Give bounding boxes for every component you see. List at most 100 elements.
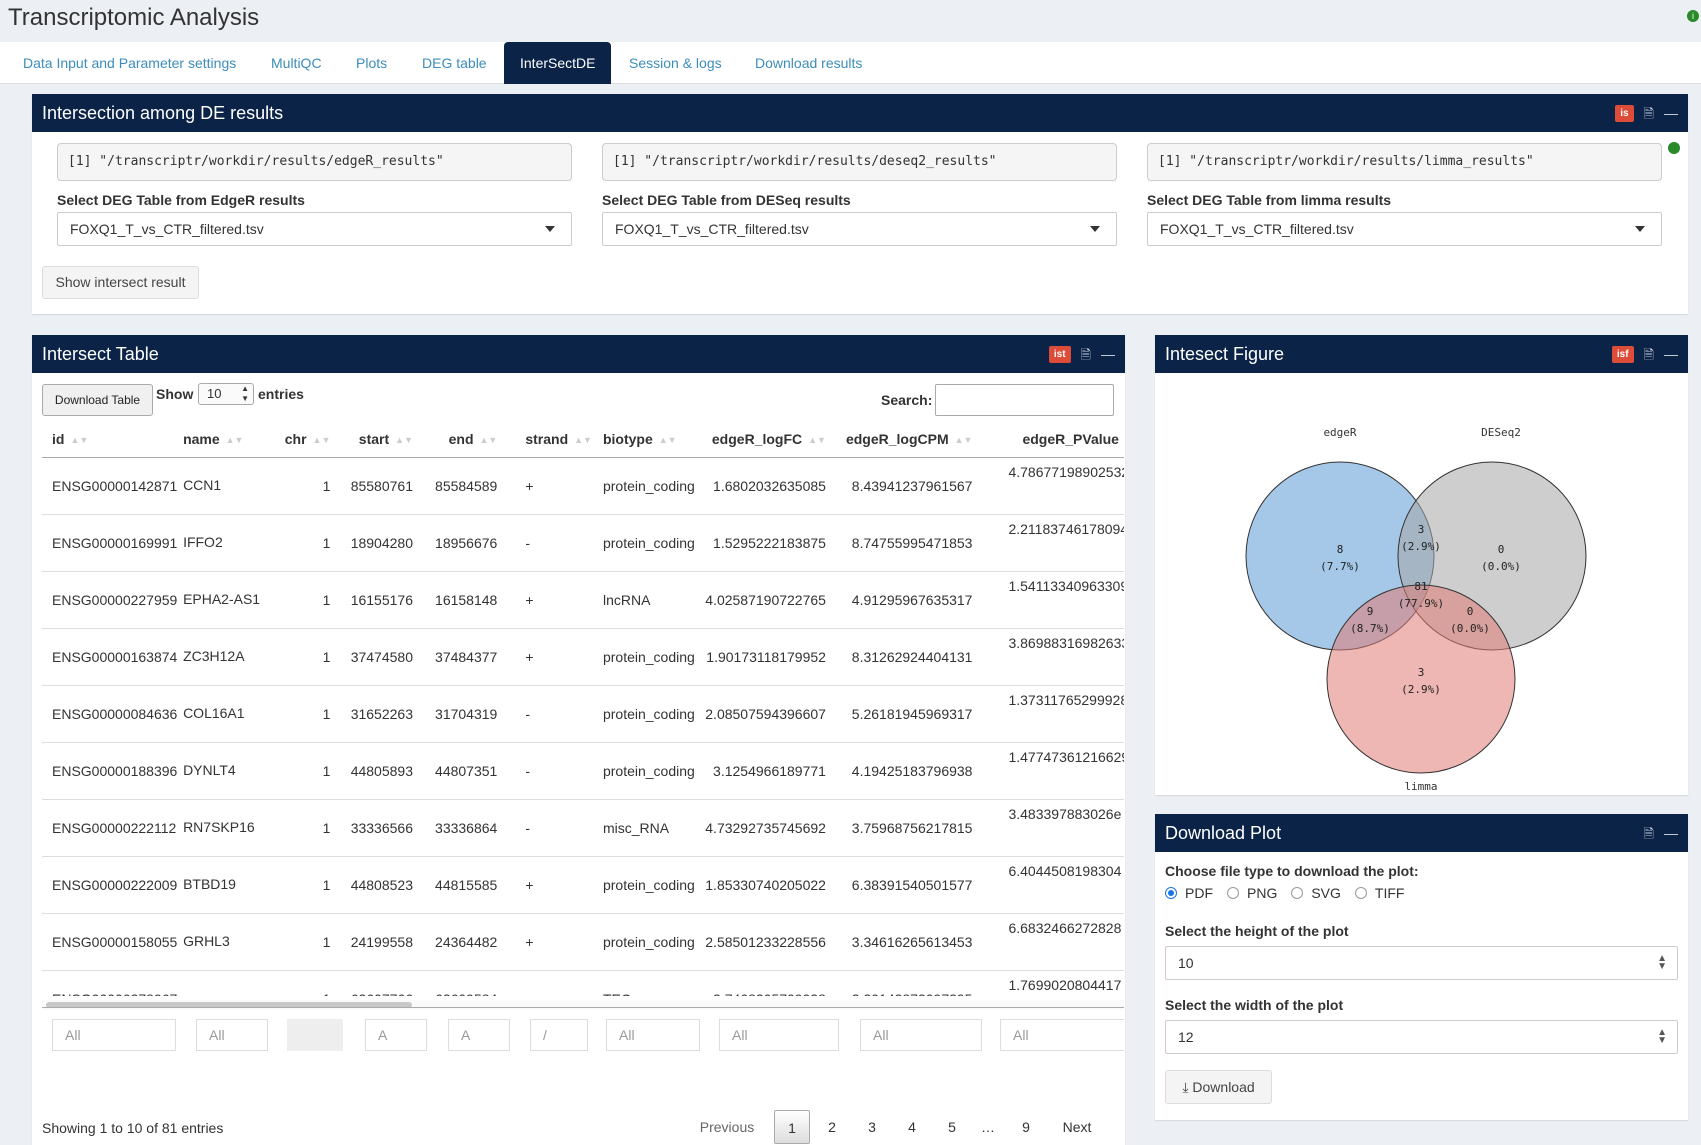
col-name[interactable]: name ▲▼ xyxy=(183,421,285,458)
sort-icon: ▲▼ xyxy=(395,435,413,446)
cell-name: CCN1 xyxy=(183,456,285,514)
tab-data-input[interactable]: Data Input and Parameter settings xyxy=(7,42,252,84)
col-strand[interactable]: strand ▲▼ xyxy=(515,421,592,458)
table-row[interactable]: ENSG00000158055 GRHL3 1 24199558 24364482 + pr… xyxy=(42,912,1124,970)
cell-id: ENSG00000158055 xyxy=(42,912,184,970)
cell-pvalue: 6.6832466272828 xyxy=(992,912,1124,970)
filter-pvalue[interactable]: All xyxy=(1000,1019,1124,1051)
table-row[interactable]: ENSG00000142871 CCN1 1 85580761 85584589 + pro… xyxy=(42,456,1124,514)
edger-select[interactable]: FOXQ1_T_vs_CTR_filtered.tsv xyxy=(57,212,572,246)
table-row[interactable]: ENSG00000188396 DYNLT4 1 44805893 44807351- p… xyxy=(42,741,1124,799)
pdf-icon[interactable]: 🗎 xyxy=(1644,827,1654,840)
cell-id: ENSG00000142871 xyxy=(42,456,184,514)
col-biotype[interactable]: biotype ▲▼ xyxy=(591,421,706,458)
filter-name[interactable]: All xyxy=(196,1019,268,1051)
cell-biotype: protein_coding xyxy=(591,513,706,571)
cell-id: ENSG00000163874 xyxy=(42,627,184,685)
collapse-icon[interactable]: — xyxy=(1664,826,1678,840)
badge-ist[interactable]: ist xyxy=(1048,345,1071,363)
chevron-down-icon xyxy=(1090,226,1100,232)
cell-logcpm: 8.43941237961567 xyxy=(845,456,993,514)
radio-png[interactable]: PNG xyxy=(1227,885,1277,901)
filter-biotype[interactable]: All xyxy=(606,1019,700,1051)
filter-id[interactable]: All xyxy=(52,1019,176,1051)
collapse-icon[interactable]: — xyxy=(1101,347,1115,361)
table-row[interactable]: ENSG00000227959 EPHA2-AS1 1 16155176 1615814… xyxy=(42,570,1124,628)
col-start[interactable]: start ▲▼ xyxy=(348,421,431,458)
table-row[interactable]: ENSG00000169991 IFFO2 1 18904280 18956676- pr… xyxy=(42,513,1124,571)
cell-end: 62609584 xyxy=(430,969,516,996)
filter-logcpm[interactable]: All xyxy=(860,1019,982,1051)
download-plot-box: Download Plot 🗎 — Choose file type to do… xyxy=(1155,814,1688,1120)
table-row[interactable]: ENSG00000278967 16260776662609584+TEC3.74… xyxy=(42,969,1124,996)
cell-chr: 1 xyxy=(284,627,349,685)
cell-pvalue: 3.86988316982633 xyxy=(992,627,1124,685)
deseq-select[interactable]: FOXQ1_T_vs_CTR_filtered.tsv xyxy=(602,212,1117,246)
radio-pdf[interactable]: PDF xyxy=(1165,885,1213,901)
tab-download-results[interactable]: Download results xyxy=(739,42,878,84)
col-chr[interactable]: chr ▲▼ xyxy=(284,421,349,458)
table-row[interactable]: ENSG00000222009 BTBD19 1 44808523 44815585 + p… xyxy=(42,855,1124,913)
table-row[interactable]: ENSG00000084636 COL16A1 1 31652263 31704319-… xyxy=(42,684,1124,742)
filter-strand[interactable]: / xyxy=(530,1019,588,1051)
pdf-icon[interactable]: 🗎 xyxy=(1081,348,1091,361)
tab-multiqc[interactable]: MultiQC xyxy=(255,42,338,84)
pager-page-4[interactable]: 4 xyxy=(894,1110,930,1144)
collapse-icon[interactable]: — xyxy=(1664,347,1678,361)
venn-region-count: 8 xyxy=(1337,543,1344,556)
col-end[interactable]: end ▲▼ xyxy=(430,421,516,458)
venn-region-percent: (0.0%) xyxy=(1481,560,1521,573)
show-intersect-button[interactable]: Show intersect result xyxy=(42,266,199,299)
tab-plots[interactable]: Plots xyxy=(340,42,403,84)
plot-width-input[interactable]: 12 ▲ ▼ xyxy=(1165,1020,1678,1054)
col-edger-logfc[interactable]: edgeR_logFC ▲▼ xyxy=(705,421,846,458)
pager-page-3[interactable]: 3 xyxy=(854,1110,890,1144)
pager-page-5[interactable]: 5 xyxy=(934,1110,970,1144)
cell-chr: 1 xyxy=(284,855,349,913)
cell-strand: - xyxy=(515,741,592,799)
stepper-icon[interactable]: ▲ ▼ xyxy=(1657,954,1667,972)
table-row[interactable]: ENSG00000163874 ZC3H12A 1 37474580 37484377 +… xyxy=(42,627,1124,685)
col-edger-pvalue[interactable]: edgeR_PValue xyxy=(992,421,1124,458)
radio-svg[interactable]: SVG xyxy=(1291,885,1341,901)
tab-session-logs[interactable]: Session & logs xyxy=(613,42,738,84)
filter-logfc[interactable]: All xyxy=(719,1019,839,1051)
limma-select[interactable]: FOXQ1_T_vs_CTR_filtered.tsv xyxy=(1147,212,1662,246)
info-icon-green[interactable] xyxy=(1668,142,1680,154)
cell-chr: 1 xyxy=(284,684,349,742)
pager-page-2[interactable]: 2 xyxy=(814,1110,850,1144)
filter-chr[interactable] xyxy=(287,1019,343,1051)
pager-page-1[interactable]: 1 xyxy=(774,1110,810,1144)
info-icon[interactable]: i xyxy=(1687,10,1699,22)
entries-select[interactable]: 10 ▲ ▼ xyxy=(198,383,254,405)
pager-page-9[interactable]: 9 xyxy=(1008,1110,1044,1144)
pdf-icon[interactable]: 🗎 xyxy=(1644,348,1654,361)
cell-name: ZC3H12A xyxy=(183,627,285,685)
cell-name xyxy=(183,969,285,996)
pager-next[interactable]: Next xyxy=(1052,1110,1102,1144)
table-row[interactable]: ENSG00000222112 RN7SKP16 1 33336566 33336864… xyxy=(42,798,1124,856)
radio-tiff[interactable]: TIFF xyxy=(1354,885,1404,901)
badge-isf[interactable]: isf xyxy=(1611,345,1634,363)
sort-icon: ▲▼ xyxy=(574,435,592,446)
filter-start[interactable]: A xyxy=(365,1019,427,1051)
search-input[interactable] xyxy=(935,384,1114,416)
tab-deg-table[interactable]: DEG table xyxy=(406,42,503,84)
plot-height-input[interactable]: 10 ▲ ▼ xyxy=(1165,946,1678,980)
cell-id: ENSG00000188396 xyxy=(42,741,184,799)
filter-end[interactable]: A xyxy=(448,1019,510,1051)
col-id[interactable]: id ▲▼ xyxy=(42,421,184,458)
download-table-button[interactable]: Download Table xyxy=(42,384,153,416)
cell-logfc: 2.08507594396607 xyxy=(705,684,846,742)
stepper-icon[interactable]: ▲ ▼ xyxy=(1657,1028,1667,1046)
pdf-icon[interactable]: 🗎 xyxy=(1644,107,1654,120)
collapse-icon[interactable]: — xyxy=(1664,106,1678,120)
tab-intersectde[interactable]: InterSectDE xyxy=(504,42,611,84)
cell-start: 24199558 xyxy=(348,912,431,970)
horizontal-scrollbar[interactable] xyxy=(42,1000,1124,1010)
intersect-figure-header: Intesect Figure isf 🗎 — xyxy=(1155,335,1688,373)
download-plot-button[interactable]: ⤓ Download xyxy=(1165,1070,1272,1104)
col-edger-logcpm[interactable]: edgeR_logCPM ▲▼ xyxy=(845,421,993,458)
pager-previous[interactable]: Previous xyxy=(692,1110,762,1144)
badge-is[interactable]: is xyxy=(1615,104,1634,122)
